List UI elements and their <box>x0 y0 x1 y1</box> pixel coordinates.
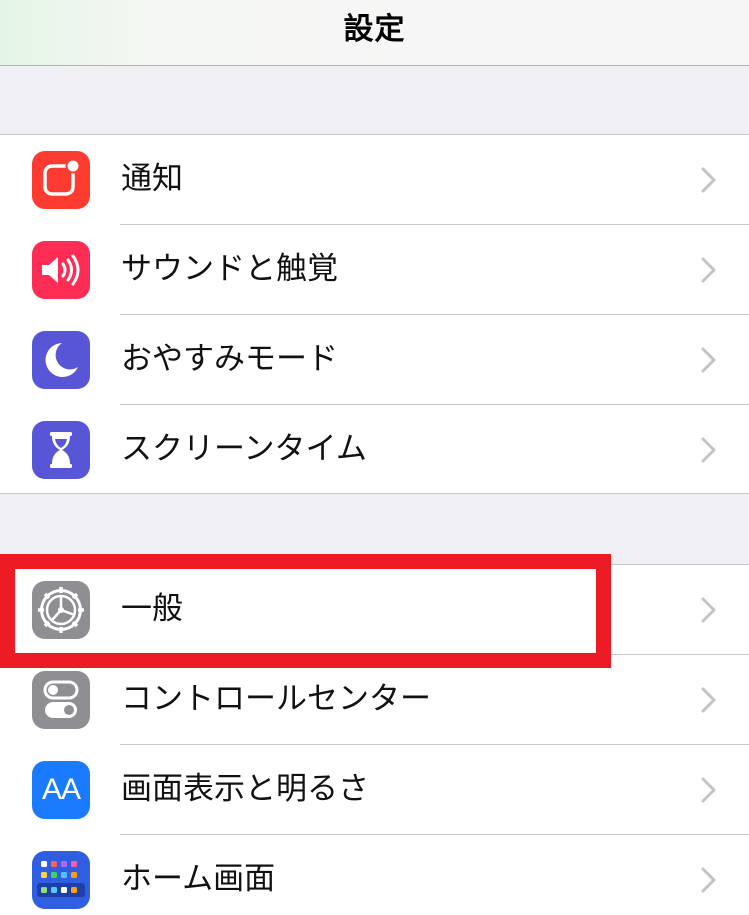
display-aa-icon: AA <box>32 761 90 819</box>
settings-row-label: おやすみモード <box>121 341 338 377</box>
chevron-right-icon <box>701 347 716 373</box>
navigation-bar: 設定 <box>0 0 749 66</box>
page-title: 設定 <box>343 12 406 47</box>
settings-row-label: 一般 <box>121 591 183 627</box>
settings-screen: 設定 通知 サウンドと触覚 おやすみモード スクリーンタイム 一般 コントロール… <box>0 0 749 915</box>
chevron-right-icon <box>701 167 716 193</box>
settings-row-control-center[interactable]: コントロールセンター <box>0 655 749 745</box>
settings-row-screen-time[interactable]: スクリーンタイム <box>0 405 749 495</box>
settings-row-display-brightness[interactable]: AA 画面表示と明るさ <box>0 745 749 835</box>
settings-row-label: コントロールセンター <box>121 681 431 717</box>
chevron-right-icon <box>701 777 716 803</box>
settings-row-label: 通知 <box>121 161 183 197</box>
chevron-right-icon <box>701 257 716 283</box>
notifications-icon <box>32 151 90 209</box>
settings-row-general[interactable]: 一般 <box>0 565 749 655</box>
settings-row-home-screen[interactable]: ホーム画面 <box>0 835 749 915</box>
display-aa-glyph: AA <box>41 773 81 806</box>
chevron-right-icon <box>701 867 716 893</box>
settings-group-1: 通知 サウンドと触覚 おやすみモード スクリーンタイム <box>0 134 749 494</box>
home-screen-icon <box>32 851 90 909</box>
sound-icon <box>32 241 90 299</box>
toggles-icon <box>32 671 90 729</box>
settings-row-sounds[interactable]: サウンドと触覚 <box>0 225 749 315</box>
hourglass-icon <box>32 421 90 479</box>
settings-group-2: 一般 コントロールセンター AA 画面表示と明るさ ホーム画面 <box>0 564 749 915</box>
settings-row-label: ホーム画面 <box>121 861 276 897</box>
moon-icon <box>32 331 90 389</box>
gear-icon <box>32 581 90 639</box>
settings-row-do-not-disturb[interactable]: おやすみモード <box>0 315 749 405</box>
settings-row-label: サウンドと触覚 <box>121 251 338 287</box>
settings-row-notifications[interactable]: 通知 <box>0 135 749 225</box>
settings-row-label: 画面表示と明るさ <box>121 771 369 807</box>
chevron-right-icon <box>701 597 716 623</box>
settings-row-label: スクリーンタイム <box>121 431 367 467</box>
chevron-right-icon <box>701 437 716 463</box>
chevron-right-icon <box>701 687 716 713</box>
